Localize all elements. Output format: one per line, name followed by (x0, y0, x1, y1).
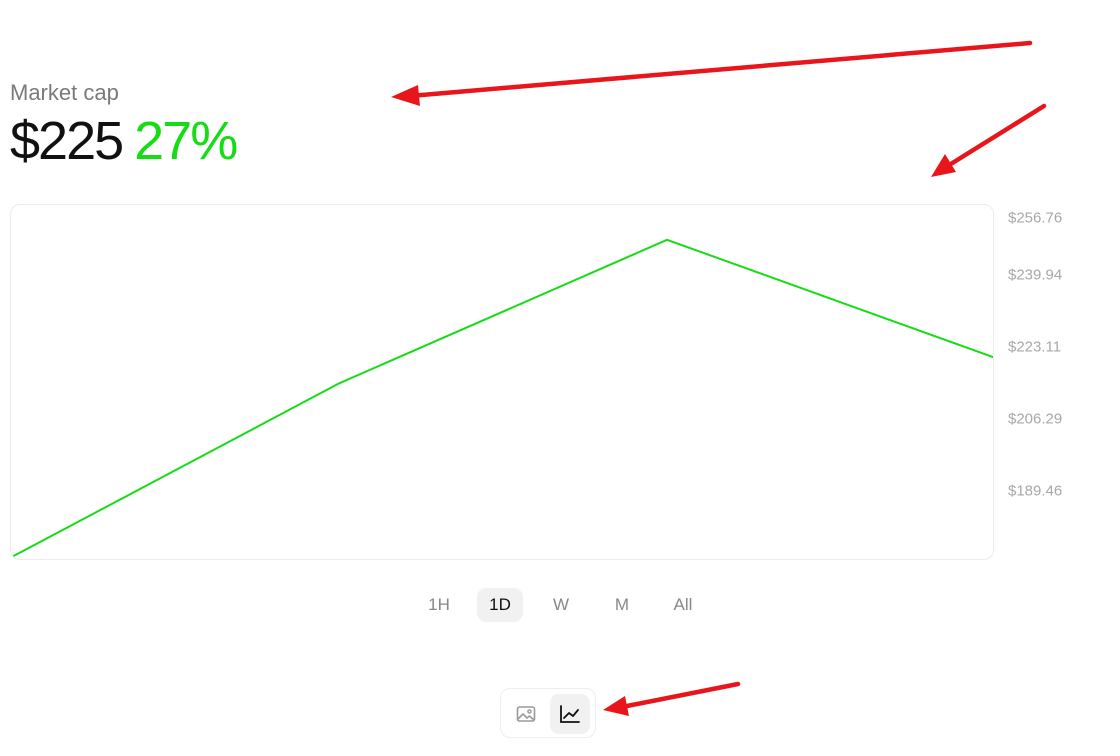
price-chart[interactable] (10, 204, 994, 560)
annotation-arrowhead (391, 85, 420, 106)
range-1d[interactable]: 1D (477, 588, 523, 622)
range-week[interactable]: W (538, 588, 584, 622)
y-axis-label: $256.76 (1008, 209, 1063, 227)
annotation-arrowhead (931, 154, 956, 177)
line-chart-icon (560, 705, 580, 723)
range-month[interactable]: M (599, 588, 645, 622)
y-axis-label: $206.29 (1008, 410, 1063, 428)
price-chart-svg (11, 238, 993, 559)
y-axis-label: $239.94 (1008, 266, 1063, 284)
y-axis-label: $223.11 (1008, 338, 1062, 356)
chart-view-button[interactable] (550, 694, 590, 734)
market-cap-header: Market cap $225 27% (10, 80, 238, 171)
market-cap-price: $225 (10, 111, 124, 171)
time-range-selector: 1H 1D W M All (416, 588, 721, 622)
view-toggle (500, 688, 596, 738)
range-all[interactable]: All (660, 588, 706, 622)
y-axis-label: $189.46 (1008, 482, 1063, 500)
image-view-button[interactable] (506, 694, 546, 734)
market-cap-value-row: $225 27% (10, 111, 238, 171)
image-icon (516, 706, 536, 722)
annotation-arrowhead (603, 696, 629, 716)
price-line-series-0 (11, 238, 993, 559)
market-cap-change: 27% (134, 111, 238, 171)
market-cap-label: Market cap (10, 80, 119, 105)
range-1h[interactable]: 1H (416, 588, 462, 622)
